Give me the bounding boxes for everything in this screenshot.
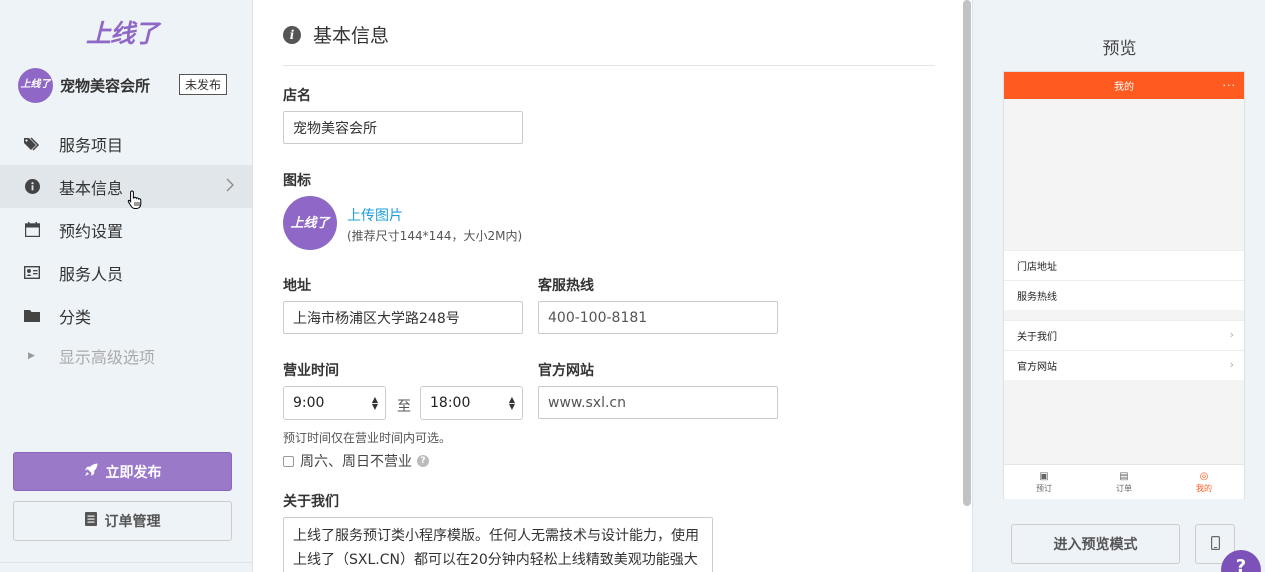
tab-label: 预订 [1036,483,1052,493]
store-name-label: 店名 [283,88,311,104]
close-time-value: 18:00 [430,395,471,411]
phone-row-about: 关于我们 › [1004,320,1244,350]
rocket-icon [84,463,98,481]
open-time-select[interactable]: 9:00 ▲ ▼ [283,386,386,420]
orders-button[interactable]: 订单管理 [13,501,232,541]
upload-hint: (推荐尺寸144*144，大小2M内) [347,229,523,243]
sidebar-item-basic-info[interactable]: 基本信息 [0,165,252,208]
phone-tab-booking: ▣ 预订 [1004,465,1084,499]
hours-label: 营业时间 [283,363,339,379]
open-time-value: 9:00 [293,395,325,411]
folder-icon [24,308,40,324]
advanced-label: 显示高级选项 [58,348,155,367]
icon-label: 图标 [283,173,311,189]
select-arrows-icon: ▲ ▼ [371,395,378,411]
scrollbar[interactable] [963,0,971,506]
preview-panel: 预览 我的 ··· 门店地址 服务热线 关于我们 › 官方网站 › ▣ 预订 ▤ 订… [972,0,1265,572]
sidebar-nav: 服务项目 基本信息 预约设置 服务人员 分类 ▶ 显示高级选项 [0,122,252,375]
divider [0,562,252,563]
chevron-right-icon: › [1229,328,1234,341]
sidebar-item-label: 服务项目 [59,135,124,155]
website-input[interactable]: www.sxl.cn [538,386,778,419]
more-icon: ··· [1222,79,1236,92]
sidebar-item-booking-settings[interactable]: 预约设置 [0,208,252,251]
row-label: 关于我们 [1017,332,1057,343]
store-name-input[interactable]: 宠物美容会所 [283,111,523,144]
calendar-icon [24,222,40,238]
avatar-text: 上线了 [20,79,51,90]
section-header: i 基本信息 [283,21,389,48]
sidebar-item-services[interactable]: 服务项目 [0,122,252,165]
tab-label: 订单 [1116,483,1132,493]
enter-preview-button[interactable]: 进入预览模式 [1011,524,1180,564]
section-title: 基本信息 [313,25,390,47]
orders-icon: ▤ [1119,470,1129,482]
phone-header: 我的 ··· [1004,72,1244,99]
address-input[interactable]: 上海市杨浦区大学路248号 [283,301,523,334]
booking-icon: ▣ [1039,470,1049,482]
avatar-text: 上线了 [290,215,330,231]
sidebar-item-staff[interactable]: 服务人员 [0,251,252,294]
main-form: i 基本信息 店名 宠物美容会所 图标 上线了 上传图片 (推荐尺寸144*14… [254,0,962,572]
document-icon [84,512,97,530]
website-label: 官方网站 [538,363,594,379]
hand-cursor-icon [127,190,143,214]
preview-title: 预览 [1102,39,1137,59]
hotline-label: 客服热线 [538,278,594,294]
chevron-right-icon: › [1229,358,1234,371]
phone-row-website: 官方网站 › [1004,350,1244,380]
row-label: 服务热线 [1017,292,1057,303]
phone-row-hotline: 服务热线 [1004,280,1244,310]
phone-tabbar: ▣ 预订 ▤ 订单 ◎ 我的 [1004,464,1244,499]
about-textarea[interactable]: 上线了服务预订类小程序模版。任何人无需技术与设计能力，使用上线了（SXL.CN）… [283,517,713,572]
brand-logo[interactable]: 上线了 [86,14,159,50]
select-arrows-icon: ▲ ▼ [508,395,515,411]
tab-label: 我的 [1196,483,1212,493]
phone-tab-orders: ▤ 订单 [1084,465,1164,499]
phone-preview: 我的 ··· 门店地址 服务热线 关于我们 › 官方网站 › ▣ 预订 ▤ 订单 ◎… [1003,71,1245,499]
phone-info-group: 门店地址 服务热线 [1004,250,1244,310]
phone-title: 我的 [1114,82,1134,93]
sidebar: 上线了 上线了 宠物美容会所 未发布 服务项目 基本信息 预约设置 服务人员 分… [0,0,253,572]
mobile-icon [1210,535,1220,554]
sidebar-item-label: 基本信息 [59,178,124,198]
close-time-select[interactable]: 18:00 ▲ ▼ [420,386,523,420]
tags-icon [24,136,40,152]
sidebar-item-category[interactable]: 分类 [0,294,252,337]
sidebar-item-label: 分类 [59,307,92,327]
row-label: 门店地址 [1017,262,1057,273]
info-icon [24,179,40,195]
show-advanced-toggle[interactable]: ▶ 显示高级选项 [0,337,252,375]
store-header: 上线了 宠物美容会所 未发布 [18,67,233,103]
caret-right-icon: ▶ [28,351,35,361]
store-name: 宠物美容会所 [60,76,151,95]
publish-label: 立即发布 [105,464,162,481]
sidebar-item-label: 服务人员 [59,264,124,284]
weekend-closed-label[interactable]: 周六、周日不营业 [300,451,412,471]
divider [283,65,935,66]
hotline-input[interactable]: 400-100-8181 [538,301,778,334]
upload-image-link[interactable]: 上传图片 [347,205,403,225]
orders-label: 订单管理 [104,514,161,530]
to-label: 至 [397,399,411,415]
phone-tab-mine: ◎ 我的 [1164,465,1244,499]
info-icon: i [283,25,301,44]
address-label: 地址 [283,278,311,294]
weekend-closed-checkbox[interactable] [283,455,294,467]
chevron-right-icon [226,177,234,196]
about-label: 关于我们 [283,494,339,510]
sidebar-item-label: 预约设置 [59,221,124,241]
hours-help-text: 预订时间仅在营业时间内可选。 [283,431,452,445]
phone-row-address: 门店地址 [1004,250,1244,280]
row-label: 官方网站 [1017,362,1057,373]
id-card-icon [24,265,40,281]
weekend-closed-option: 周六、周日不营业 ? [283,451,429,471]
publish-button[interactable]: 立即发布 [13,452,232,491]
store-icon-preview: 上线了 [283,196,337,250]
user-icon: ◎ [1199,470,1209,482]
store-avatar: 上线了 [18,67,53,103]
phone-link-group: 关于我们 › 官方网站 › [1004,320,1244,380]
question-icon[interactable]: ? [417,455,429,467]
status-badge: 未发布 [179,74,228,95]
